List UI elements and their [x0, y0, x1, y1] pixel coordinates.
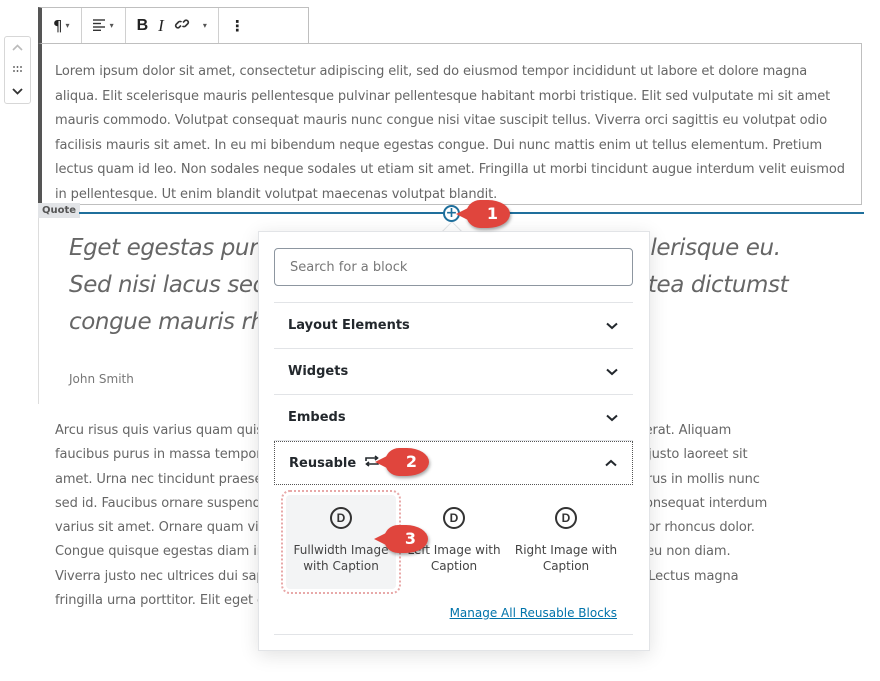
paragraph-2-line: fringilla urna porttitor. Elit eget g	[55, 593, 266, 609]
paragraph-2-line: amet. Urna nec tincidunt praese	[55, 471, 263, 487]
manage-reusable-blocks-link[interactable]: Manage All Reusable Blocks	[450, 606, 617, 620]
divi-logo-icon: D	[330, 507, 352, 529]
italic-button[interactable]: I	[153, 8, 169, 43]
alignment-group: ▾	[82, 8, 126, 43]
chevron-down-icon[interactable]	[12, 85, 23, 99]
more-options-button[interactable]: ⋮	[225, 8, 250, 43]
panel-layout-elements[interactable]: Layout Elements	[274, 303, 633, 349]
link-icon	[174, 16, 190, 36]
align-button[interactable]: ▾	[88, 8, 119, 43]
paragraph-2-line: Viverra justo nec ultrices dui sap	[55, 568, 265, 584]
chevron-up-icon	[604, 456, 618, 470]
chevron-down-icon	[605, 365, 619, 379]
link-button[interactable]	[169, 8, 195, 43]
panel-title: Widgets	[288, 364, 349, 379]
block-search-input[interactable]	[274, 248, 633, 286]
panel-reusable[interactable]: Reusable	[274, 441, 633, 485]
caret-down-icon: ▾	[109, 21, 114, 30]
quote-citation[interactable]: John Smith	[69, 372, 134, 386]
panel-widgets[interactable]: Widgets	[274, 349, 633, 395]
panel-title: Reusable	[289, 455, 380, 471]
caret-down-icon: ▾	[202, 21, 207, 30]
paragraph-2-line: Congue quisque egestas diam ir	[55, 544, 262, 560]
reusable-block-label: Fullwidth Image with Caption	[293, 543, 389, 573]
block-inserter-popover: Layout Elements Widgets Embeds Reusable …	[258, 231, 650, 651]
caret-down-icon: ▾	[65, 21, 70, 30]
paragraph-block[interactable]: Lorem ipsum dolor sit amet, consectetur …	[38, 43, 862, 205]
align-left-icon	[92, 17, 107, 35]
paragraph-2-line: sed id. Faucibus ornare suspend	[55, 495, 261, 511]
panel-title: Layout Elements	[288, 318, 410, 333]
paragraph-2-line: Arcu risus quis varius quam quis	[55, 423, 264, 438]
block-type-group: ¶ ▾	[42, 8, 82, 43]
block-toolbar: ¶ ▾ ▾ B I ▾ ⋮	[38, 7, 309, 43]
more-vertical-icon: ⋮	[229, 16, 245, 35]
paragraph-icon: ¶	[53, 16, 63, 35]
drag-handle-icon[interactable]	[13, 65, 22, 75]
paragraph-2-line: varius sit amet. Ornare quam viv	[55, 520, 267, 536]
chevron-down-icon	[605, 319, 619, 333]
block-mover	[4, 36, 31, 104]
annotation-callout-1: 1	[456, 200, 510, 228]
paragraph-type-button[interactable]: ¶ ▾	[48, 8, 75, 43]
chevron-down-icon	[605, 411, 619, 425]
reusable-block-right-image[interactable]: D Right Image with Caption	[511, 495, 621, 589]
more-formats-button[interactable]: ▾	[195, 8, 212, 43]
panel-title: Embeds	[288, 410, 346, 425]
reusable-blocks-list: D Fullwidth Image with Caption D Left Im…	[274, 485, 633, 635]
reusable-block-label: Right Image with Caption	[514, 543, 618, 573]
panel-embeds[interactable]: Embeds	[274, 395, 633, 441]
format-group: B I ▾	[126, 8, 219, 43]
chevron-up-icon[interactable]	[12, 41, 23, 55]
paragraph-2-line: faucibus purus in massa tempor	[55, 447, 262, 463]
annotation-callout-2: 2	[375, 448, 429, 476]
panel-title-text: Reusable	[289, 455, 357, 471]
divi-logo-icon: D	[443, 507, 465, 529]
divi-logo-icon: D	[555, 507, 577, 529]
paragraph-text[interactable]: Lorem ipsum dolor sit amet, consectetur …	[55, 60, 848, 207]
bold-button[interactable]: B	[132, 8, 154, 43]
annotation-callout-3: 3	[374, 525, 428, 553]
block-type-label: Quote	[38, 203, 81, 218]
more-group: ⋮	[219, 8, 256, 43]
